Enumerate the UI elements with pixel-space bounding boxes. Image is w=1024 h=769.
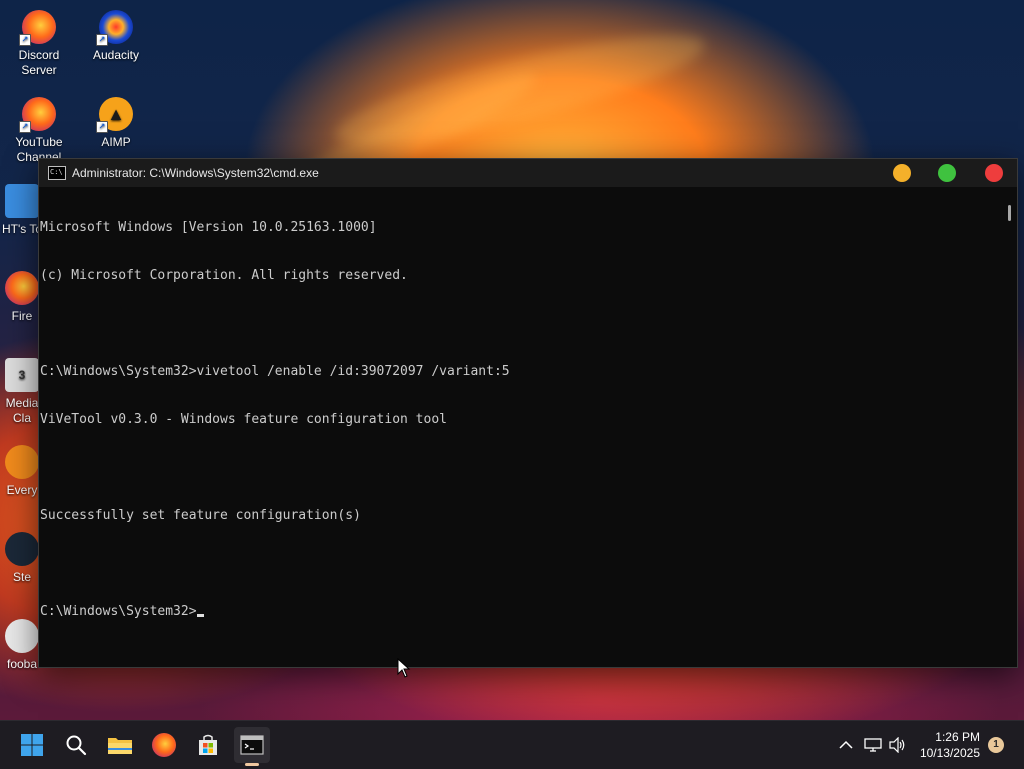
shortcut-arrow-icon: ↗: [19, 121, 31, 133]
clock-date: 10/13/2025: [919, 746, 980, 760]
vertical-scrollbar[interactable]: [1001, 187, 1017, 667]
speaker-icon: [889, 737, 905, 753]
maximize-button[interactable]: [938, 164, 956, 182]
network-icon: [864, 738, 882, 752]
mouse-pointer-icon: [397, 658, 411, 678]
microsoft-store-icon: [199, 734, 217, 755]
close-button[interactable]: [985, 164, 1003, 182]
console-output[interactable]: Microsoft Windows [Version 10.0.25163.10…: [39, 187, 1001, 667]
audacity-icon: ↗: [96, 10, 133, 46]
command-prompt: C:\Windows\System32>: [40, 604, 197, 619]
firefox-shortcut-icon: ↗: [19, 10, 56, 46]
aimp-icon: ▲ ↗: [96, 97, 133, 133]
show-hidden-icons-button[interactable]: [836, 735, 856, 755]
desktop-icon-label: Audacity: [92, 48, 140, 62]
start-button[interactable]: [14, 727, 50, 763]
clock[interactable]: 1:26 PM 10/13/2025: [910, 729, 980, 761]
desktop-icon-aimp[interactable]: ▲ ↗ AIMP: [80, 97, 152, 150]
desktop-icon-youtube-channel[interactable]: ↗ YouTube Channel: [3, 97, 75, 165]
prompt-line[interactable]: C:\Windows\System32>: [40, 604, 1001, 620]
firefox-icon: [152, 733, 176, 757]
firefox-icon: [5, 271, 39, 305]
clock-time: 1:26 PM: [935, 730, 980, 744]
taskbar: 1:26 PM 10/13/2025 1: [0, 720, 1024, 769]
firefox-button[interactable]: [146, 727, 182, 763]
console-line: C:\Windows\System32>vivetool /enable /id…: [40, 364, 510, 379]
shortcut-arrow-icon: ↗: [96, 121, 108, 133]
foobar-icon: [5, 619, 39, 653]
cmd-window[interactable]: C:\ Administrator: C:\Windows\System32\c…: [38, 158, 1018, 668]
active-app-indicator: [245, 763, 259, 766]
network-button[interactable]: [863, 735, 883, 755]
console-line: Microsoft Windows [Version 10.0.25163.10…: [40, 220, 377, 235]
chevron-up-icon: [839, 740, 853, 749]
search-icon: [66, 735, 87, 756]
search-everything-icon: [5, 445, 39, 479]
firefox-shortcut-icon: ↗: [19, 97, 56, 133]
shortcut-arrow-icon: ↗: [96, 34, 108, 46]
console-line: Successfully set feature configuration(s…: [40, 508, 361, 523]
console-line: ViVeTool v0.3.0 - Windows feature config…: [40, 412, 447, 427]
desktop-icon-label: Discord Server: [18, 48, 60, 77]
terminal-button[interactable]: [234, 727, 270, 766]
scrollbar-thumb[interactable]: [1008, 205, 1011, 221]
notification-badge[interactable]: 1: [988, 737, 1004, 753]
console-line: (c) Microsoft Corporation. All rights re…: [40, 268, 408, 283]
text-cursor: [196, 614, 204, 617]
shortcut-arrow-icon: ↗: [19, 34, 31, 46]
desktop-icon-label: AIMP: [101, 135, 131, 149]
file-explorer-icon: [108, 738, 132, 754]
window-title: Administrator: C:\Windows\System32\cmd.e…: [72, 166, 319, 180]
desktop-icon-audacity[interactable]: ↗ Audacity: [80, 10, 152, 63]
steam-icon: [5, 532, 39, 566]
windows-start-icon: [21, 734, 43, 756]
file-explorer-button[interactable]: [102, 727, 138, 763]
microsoft-store-button[interactable]: [190, 727, 226, 763]
minimize-button[interactable]: [893, 164, 911, 182]
terminal-icon: [240, 735, 264, 755]
search-button[interactable]: [58, 727, 94, 763]
desktop-icon-discord-server[interactable]: ↗ Discord Server: [3, 10, 75, 78]
media-player-icon: 3: [5, 358, 39, 392]
folder-icon: [5, 184, 39, 218]
cmd-icon: C:\: [48, 166, 66, 180]
volume-button[interactable]: [888, 735, 908, 755]
title-bar[interactable]: C:\ Administrator: C:\Windows\System32\c…: [39, 159, 1017, 187]
